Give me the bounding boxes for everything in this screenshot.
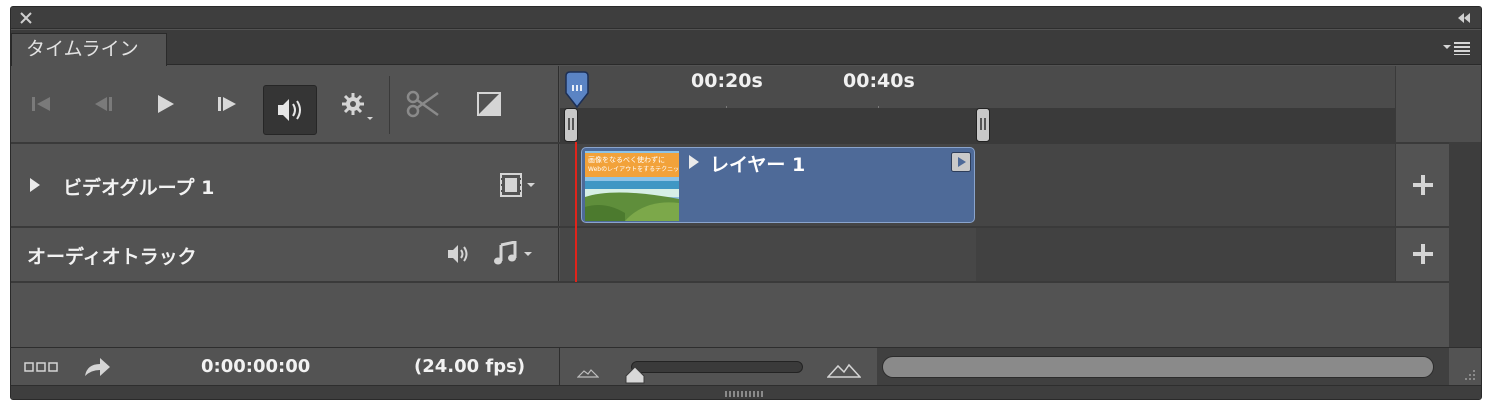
panel-resize-handle[interactable]	[725, 391, 765, 397]
next-frame-button[interactable]	[207, 84, 247, 124]
timeline-footer: 0:00:00:00 (24.00 fps)	[11, 347, 1481, 386]
speaker-icon[interactable]	[446, 243, 472, 265]
tab-timeline[interactable]: タイムライン	[11, 33, 167, 66]
playhead-marker[interactable]	[564, 71, 590, 109]
transition-icon	[477, 92, 501, 116]
ruler-label-40s: 00:40s	[843, 70, 915, 92]
collapse-icon[interactable]	[1457, 13, 1471, 23]
horizontal-scroll-thumb[interactable]	[882, 356, 1434, 378]
zoom-slider-track[interactable]	[631, 361, 803, 373]
clip-thumbnail: 画像をなるべく使わずに Webのレイアウトをするテクニック	[585, 151, 679, 221]
film-strip-icon[interactable]	[499, 172, 539, 198]
go-to-first-frame-button[interactable]	[21, 84, 61, 124]
work-area-start-handle[interactable]	[564, 108, 578, 142]
panel-menu-icon[interactable]	[1443, 41, 1471, 55]
transition-button[interactable]	[470, 84, 510, 124]
tab-bar: タイムライン	[11, 30, 1481, 66]
close-icon[interactable]	[20, 12, 32, 24]
audio-mute-icon	[278, 99, 301, 121]
go-to-first-frame-icon	[32, 97, 50, 111]
add-audio-button[interactable]	[1395, 228, 1449, 281]
toolbar-separator	[389, 76, 390, 134]
zoom-slider-thumb[interactable]	[625, 366, 645, 384]
add-icon	[1413, 175, 1433, 195]
video-clip-layer-1[interactable]: 画像をなるべく使わずに Webのレイアウトをするテクニック レイヤー 1	[581, 147, 975, 223]
audio-track-header[interactable]: オーディオトラック	[11, 228, 559, 281]
add-icon	[1413, 244, 1433, 264]
convert-to-frame-animation-icon[interactable]	[24, 362, 60, 372]
play-button[interactable]	[145, 84, 185, 124]
previous-frame-icon	[95, 97, 112, 111]
video-group-header[interactable]: ビデオグループ 1	[11, 144, 559, 226]
audio-work-area	[560, 228, 976, 281]
ruler-label-20s: 00:20s	[691, 70, 763, 92]
render-settings-button[interactable]	[333, 84, 381, 124]
music-note-icon[interactable]	[493, 241, 539, 267]
split-at-playhead-button[interactable]	[404, 84, 448, 124]
transport-controls	[11, 66, 559, 142]
clip-options-icon[interactable]	[951, 152, 971, 172]
zoom-out-mountain-icon[interactable]	[577, 368, 599, 378]
audio-track-label: オーディオトラック	[27, 246, 197, 268]
ruler-corner	[1395, 66, 1481, 142]
footer-separator	[559, 348, 560, 386]
empty-track-area	[11, 283, 1449, 347]
scissors-icon	[406, 90, 439, 118]
audio-mute-button[interactable]	[263, 85, 317, 135]
add-media-video-button[interactable]	[1395, 144, 1449, 226]
clip-label: レイヤー 1	[710, 154, 806, 176]
previous-frame-button[interactable]	[83, 84, 123, 124]
time-ruler[interactable]: 00:20s 00:40s	[560, 66, 1395, 142]
thumbnail-caption-2: Webのレイアウトをするテクニック	[588, 166, 679, 173]
panel-title-strip	[11, 7, 1481, 29]
audio-track-area[interactable]	[560, 228, 1395, 281]
render-icon[interactable]	[83, 355, 113, 379]
zoom-in-mountain-icon[interactable]	[827, 362, 861, 378]
next-frame-icon	[218, 97, 236, 111]
video-group-label: ビデオグループ 1	[63, 177, 215, 199]
timecode: 0:00:00:00	[201, 356, 311, 377]
panel-bottom-strip	[11, 385, 1481, 399]
resize-grip-icon[interactable]	[1461, 368, 1477, 384]
timeline-panel: タイムライン 00:20s 00:40s ビデオグループ 1 オーディオトラック…	[10, 6, 1482, 400]
play-icon	[158, 95, 174, 113]
expand-triangle-icon[interactable]	[29, 177, 41, 193]
thumbnail-caption-1: 画像をなるべく使わずに	[588, 156, 665, 164]
clip-expand-triangle-icon[interactable]	[688, 154, 700, 170]
frame-rate: (24.00 fps)	[414, 356, 526, 377]
vertical-scrollbar[interactable]	[1449, 142, 1481, 352]
settings-gear-icon	[342, 93, 373, 120]
playhead-line	[575, 142, 577, 282]
work-area-end-handle[interactable]	[976, 108, 990, 142]
